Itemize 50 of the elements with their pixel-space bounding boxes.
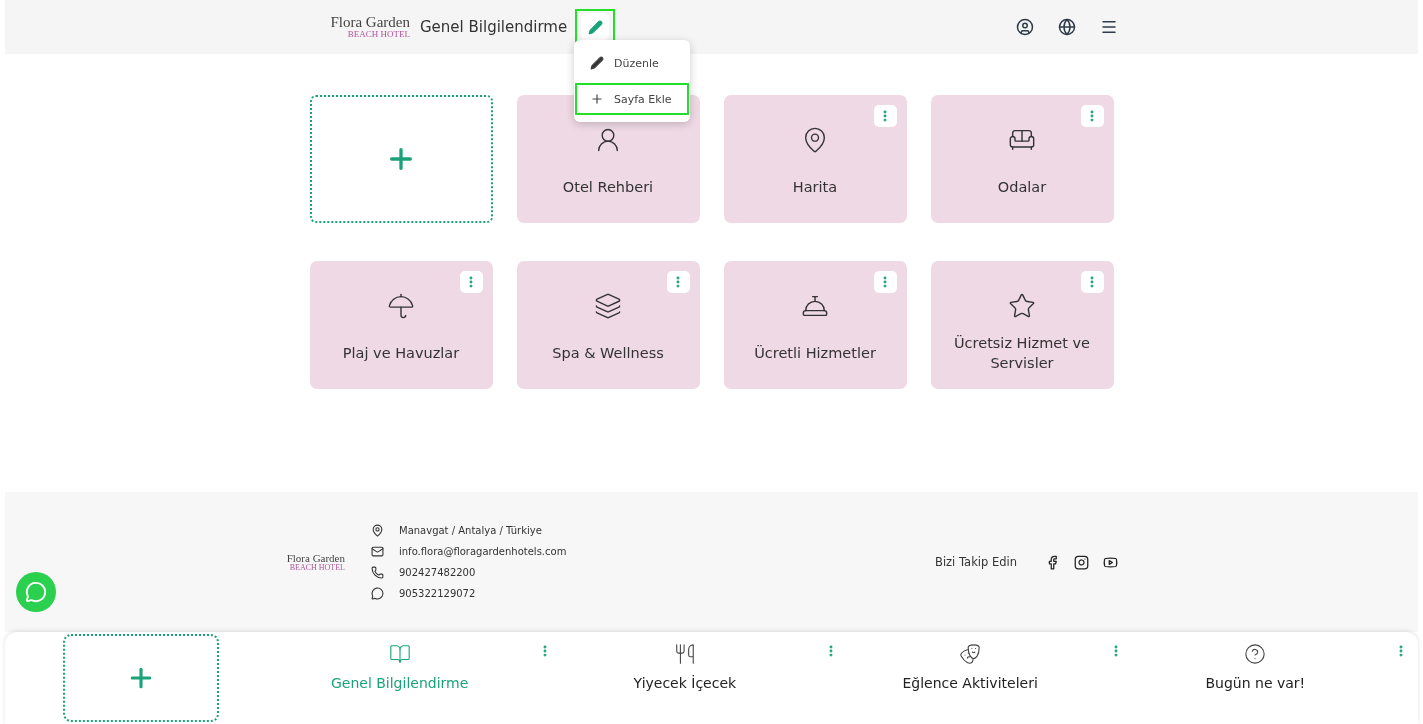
- card-label: Plaj ve Havuzlar: [341, 344, 461, 364]
- category-card[interactable]: Spa & Wellness: [516, 261, 700, 389]
- hotel-logo: Flora Garden BEACH HOTEL: [285, 552, 345, 572]
- category-card[interactable]: Ücretli Hizmetler: [723, 261, 907, 389]
- question-icon: [1244, 643, 1267, 665]
- more-options-button[interactable]: [459, 271, 483, 293]
- contact-text: 902427482200: [399, 567, 476, 578]
- nav-tab[interactable]: Yiyecek İçecek: [627, 642, 743, 692]
- category-card[interactable]: Plaj ve Havuzlar: [309, 261, 493, 389]
- category-card[interactable]: Odalar: [930, 95, 1114, 223]
- menu-icon[interactable]: [1100, 18, 1118, 36]
- chat-icon: [371, 587, 384, 600]
- contact-text: 905322129072: [399, 588, 476, 599]
- chat-icon: [25, 581, 47, 603]
- hotel-logo: Flora Garden BEACH HOTEL: [329, 15, 410, 39]
- account-icon[interactable]: [1016, 18, 1034, 36]
- nav-tab[interactable]: Eğlence Aktiviteleri: [896, 642, 1044, 692]
- book-icon: [388, 643, 411, 665]
- more-options-button[interactable]: [666, 271, 690, 293]
- pencil-icon: [587, 19, 603, 35]
- more-options-button[interactable]: [873, 105, 897, 127]
- more-options-button[interactable]: [1080, 105, 1104, 127]
- card-label: Otel Rehberi: [561, 178, 655, 198]
- more-options-button[interactable]: [1080, 271, 1104, 293]
- more-options-button[interactable]: [873, 271, 897, 293]
- category-card[interactable]: Ücretsiz Hizmet ve Servisler: [930, 261, 1114, 389]
- contact-text: info.flora@floragardenhotels.com: [399, 546, 567, 557]
- add-tab-button[interactable]: [63, 634, 219, 722]
- card-label: Harita: [791, 178, 839, 198]
- plus-icon: [590, 92, 604, 106]
- location-icon: [371, 524, 384, 537]
- mail-icon: [371, 545, 384, 558]
- follow-label: Bizi Takip Edin: [935, 555, 1017, 569]
- youtube-icon[interactable]: [1103, 554, 1118, 570]
- instagram-icon[interactable]: [1074, 554, 1089, 570]
- nav-tab[interactable]: Bugün ne var!: [1199, 642, 1312, 692]
- globe-icon[interactable]: [1058, 18, 1076, 36]
- menu-item[interactable]: Düzenle: [574, 46, 690, 80]
- add-page-button[interactable]: [309, 95, 493, 223]
- card-label: Ücretli Hizmetler: [753, 344, 877, 364]
- category-card[interactable]: Harita: [723, 95, 907, 223]
- pencil-icon: [590, 56, 604, 70]
- contact-text: Manavgat / Antalya / Türkiye: [399, 525, 542, 536]
- page-title: Genel Bilgilendirme: [420, 18, 568, 36]
- card-label: Ücretsiz Hizmet ve Servisler: [953, 334, 1091, 373]
- cutlery-icon: [673, 643, 696, 665]
- card-label: Odalar: [996, 178, 1048, 198]
- phone-icon: [371, 566, 384, 579]
- mask-icon: [959, 643, 982, 665]
- card-label: Spa & Wellness: [551, 344, 665, 364]
